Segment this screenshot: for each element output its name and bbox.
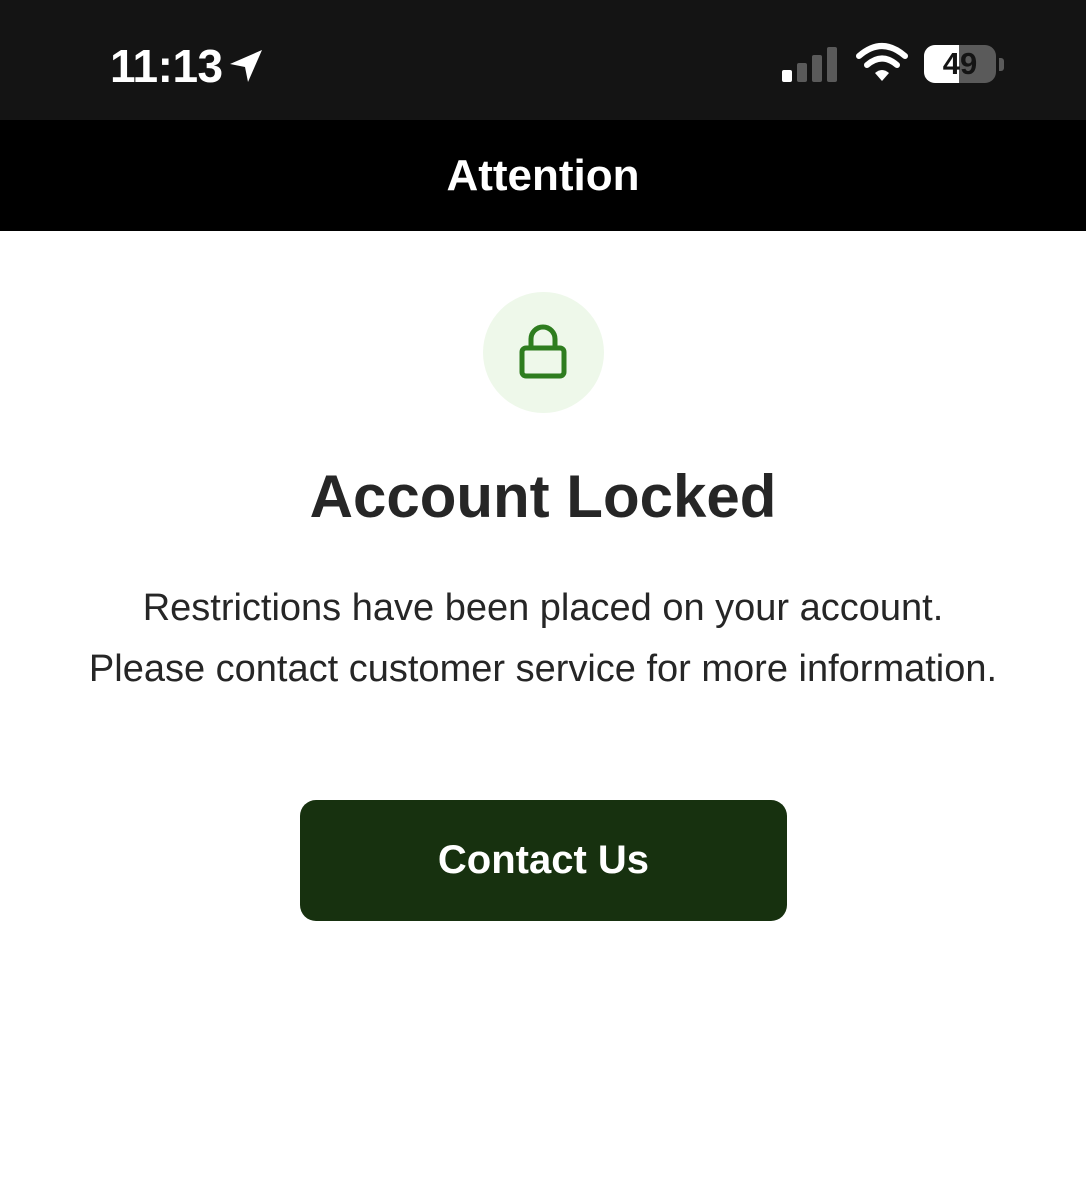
- location-arrow-icon: [230, 50, 262, 82]
- battery-nub: [999, 58, 1004, 71]
- lock-message: Restrictions have been placed on your ac…: [88, 587, 998, 690]
- headline: Account Locked: [309, 463, 777, 530]
- lock-badge: [483, 292, 604, 413]
- page-title: Attention: [446, 151, 640, 200]
- contact-us-label: Contact Us: [437, 838, 650, 882]
- status-time: 11:13: [110, 40, 223, 92]
- battery-level: 49: [942, 46, 978, 81]
- wifi-icon: [856, 43, 908, 81]
- battery-body: 49: [924, 45, 996, 83]
- lock-icon: [519, 324, 567, 379]
- contact-us-button[interactable]: Contact Us: [300, 800, 787, 921]
- nav-bar: Attention: [0, 120, 1086, 231]
- battery-indicator: 49: [924, 45, 1004, 83]
- status-bar: 11:13 49: [0, 0, 1086, 120]
- cellular-signal-icon: [782, 47, 837, 82]
